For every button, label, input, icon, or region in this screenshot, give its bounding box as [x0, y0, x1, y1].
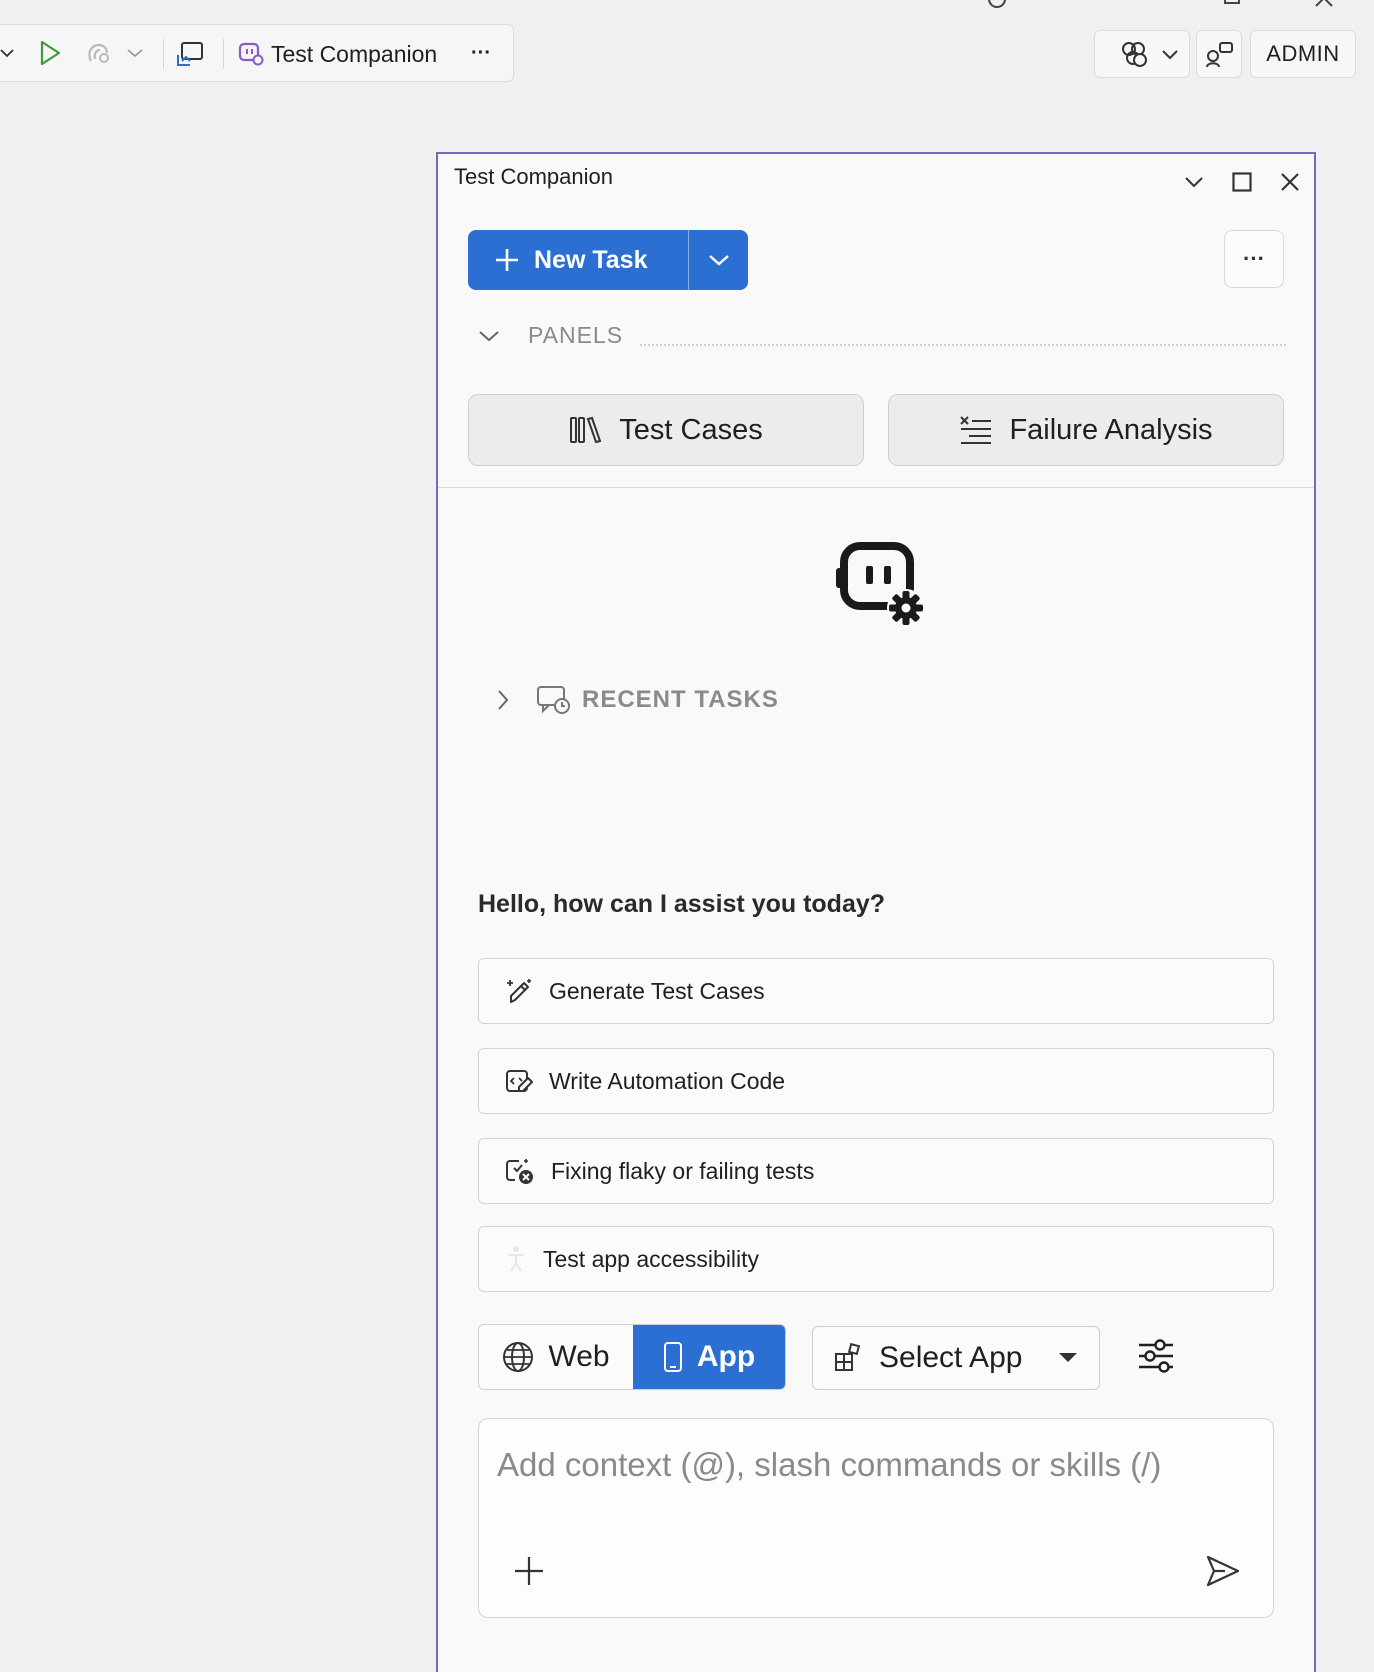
chevron-down-icon[interactable] — [125, 43, 145, 63]
collaboration-dropdown[interactable] — [1150, 30, 1190, 78]
chevron-down-icon — [1161, 50, 1178, 60]
magic-pen-icon — [507, 979, 531, 1003]
chat-history-icon — [537, 686, 570, 714]
test-companion-button[interactable]: Test Companion — [237, 37, 437, 71]
toolbar-divider — [163, 39, 164, 69]
chevron-down-icon — [1185, 177, 1203, 188]
greeting-text: Hello, how can I assist you today? — [478, 890, 886, 918]
account-icon[interactable] — [988, 0, 1006, 8]
panel-title: Test Companion — [454, 164, 613, 189]
suggestion-label: Fixing flaky or failing tests — [551, 1157, 815, 1184]
panel-more-button[interactable]: ··· — [1224, 230, 1284, 288]
app-label: App — [696, 1340, 756, 1373]
mobile-icon — [663, 1342, 682, 1372]
chat-input[interactable] — [497, 1437, 1237, 1493]
test-cases-label: Test Cases — [619, 413, 763, 446]
record-icon[interactable] — [83, 38, 115, 68]
test-cases-panel-button[interactable]: Test Cases — [468, 394, 864, 466]
plus-icon — [515, 1557, 543, 1585]
select-app-label: Select App — [879, 1341, 1023, 1374]
chevron-down-icon — [479, 330, 499, 341]
companion-bot-icon — [832, 534, 932, 634]
panels-section-toggle[interactable]: PANELS — [478, 322, 623, 349]
suggestion-fixing-flaky-tests[interactable]: Fixing flaky or failing tests — [478, 1138, 1274, 1204]
suggestion-generate-test-cases[interactable]: Generate Test Cases — [478, 958, 1274, 1024]
test-companion-label: Test Companion — [271, 40, 438, 67]
send-icon — [1206, 1555, 1240, 1587]
more-icon: ··· — [1243, 246, 1265, 271]
collapse-panel-button[interactable] — [1180, 168, 1208, 196]
apps-icon — [835, 1343, 861, 1371]
test-error-icon — [506, 1159, 533, 1184]
panel-divider — [438, 487, 1314, 488]
suggestion-label: Test app accessibility — [543, 1245, 760, 1272]
more-options-button[interactable]: ··· — [467, 39, 495, 67]
admin-label: ADMIN — [1266, 41, 1340, 66]
recent-tasks-heading: RECENT TASKS — [582, 686, 779, 713]
platform-toggle: Web App — [478, 1324, 786, 1390]
chevron-down-icon — [708, 255, 729, 266]
restore-window-icon[interactable] — [1224, 0, 1240, 4]
library-icon — [570, 416, 602, 444]
suggestion-label: Write Automation Code — [549, 1067, 786, 1094]
suggestion-test-app-accessibility[interactable]: Test app accessibility — [478, 1226, 1274, 1292]
plus-icon — [496, 249, 518, 271]
sliders-icon — [1139, 1339, 1173, 1373]
chat-composer — [478, 1418, 1274, 1618]
panels-heading: PANELS — [528, 322, 624, 348]
companion-bot-icon — [238, 42, 264, 66]
add-attachment-button[interactable] — [509, 1551, 549, 1591]
list-x-icon — [960, 416, 992, 444]
web-mode-button[interactable]: Web — [479, 1325, 633, 1389]
caret-down-icon — [1059, 1353, 1077, 1362]
failure-analysis-panel-button[interactable]: Failure Analysis — [888, 394, 1284, 466]
chevron-down-icon[interactable] — [0, 43, 15, 63]
panels-divider — [640, 344, 1286, 346]
maximize-panel-button[interactable] — [1228, 168, 1256, 196]
maximize-icon — [1232, 172, 1252, 192]
new-task-label: New Task — [534, 245, 648, 274]
run-icon[interactable] — [35, 38, 65, 68]
code-edit-icon — [506, 1070, 533, 1092]
new-task-button[interactable]: New Task — [468, 230, 688, 290]
more-icon: ··· — [471, 41, 491, 64]
test-companion-panel: Test Companion New Task ··· PANELS Test … — [436, 152, 1316, 1672]
collaboration-icon — [1122, 42, 1147, 67]
globe-icon — [503, 1342, 534, 1372]
chevron-right-icon — [498, 690, 509, 710]
new-task-dropdown[interactable] — [689, 230, 748, 290]
recent-tasks-toggle[interactable]: RECENT TASKS — [496, 684, 779, 716]
suggestion-write-automation-code[interactable]: Write Automation Code — [478, 1048, 1274, 1114]
accessibility-icon — [508, 1246, 524, 1272]
close-window-icon[interactable] — [1314, 0, 1334, 8]
web-label: Web — [548, 1340, 610, 1373]
main-toolbar: Test Companion ··· — [0, 24, 514, 82]
app-mode-button[interactable]: App — [633, 1325, 785, 1389]
close-panel-button[interactable] — [1276, 168, 1304, 196]
send-button[interactable] — [1201, 1549, 1245, 1593]
new-task-split-button: New Task — [468, 230, 748, 290]
share-button[interactable] — [1196, 30, 1242, 78]
suggestion-label: Generate Test Cases — [549, 977, 765, 1004]
share-people-icon — [1206, 42, 1233, 68]
admin-button[interactable]: ADMIN — [1250, 30, 1356, 78]
object-spy-icon[interactable] — [175, 38, 207, 70]
settings-sliders-button[interactable] — [1134, 1334, 1178, 1378]
close-icon — [1281, 173, 1299, 191]
failure-analysis-label: Failure Analysis — [1009, 413, 1213, 446]
select-app-dropdown[interactable]: Select App — [812, 1326, 1100, 1390]
toolbar-divider — [223, 39, 224, 69]
